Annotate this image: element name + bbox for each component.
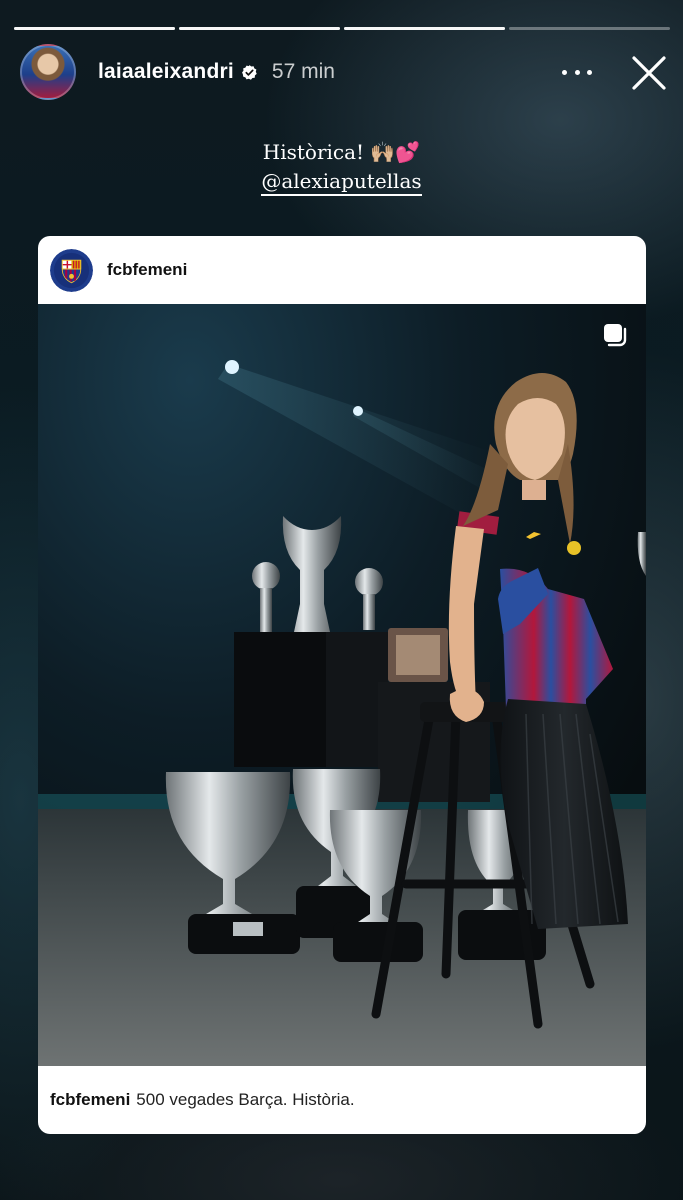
story-caption: Històrica! 🙌🏼💕 @alexiaputellas bbox=[0, 138, 683, 196]
mention-link[interactable]: @alexiaputellas bbox=[261, 169, 422, 196]
story-timestamp: 57 min bbox=[271, 60, 335, 83]
verified-badge-icon bbox=[241, 64, 257, 80]
more-options-icon[interactable] bbox=[562, 60, 592, 84]
story-progress-bar bbox=[14, 27, 670, 31]
progress-segment bbox=[344, 27, 505, 30]
close-icon[interactable] bbox=[630, 54, 668, 92]
fc-barcelona-crest[interactable] bbox=[50, 248, 93, 292]
post-header: fcbfemeni bbox=[38, 236, 646, 304]
shared-post-card[interactable]: fcbfemeni fcbfemeni 500 vegades Barça. H… bbox=[38, 236, 646, 1134]
progress-segment bbox=[509, 27, 670, 30]
user-avatar[interactable] bbox=[20, 44, 76, 100]
caption-body: 500 vegades Barça. Història. bbox=[136, 1090, 355, 1109]
story-header: laiaaleixandri 57 min bbox=[20, 44, 670, 100]
caption-text: Històrica! 🙌🏼💕 bbox=[262, 140, 421, 164]
progress-segment bbox=[179, 27, 340, 30]
caption-username[interactable]: fcbfemeni bbox=[50, 1090, 130, 1110]
post-caption: fcbfemeni 500 vegades Barça. Història. bbox=[38, 1066, 646, 1134]
progress-segment bbox=[14, 27, 175, 30]
post-account-name[interactable]: fcbfemeni bbox=[107, 260, 187, 280]
carousel-icon bbox=[604, 324, 627, 347]
player-with-trophies-photo[interactable] bbox=[38, 304, 646, 1066]
story-username[interactable]: laiaaleixandri bbox=[98, 60, 234, 84]
